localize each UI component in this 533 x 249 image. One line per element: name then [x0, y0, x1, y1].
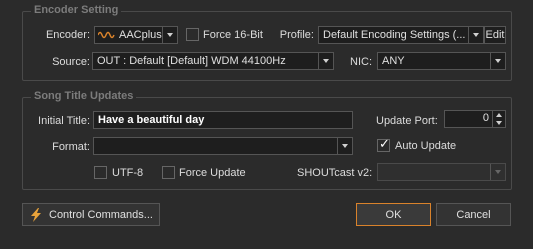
source-value: OUT : Default [Default] WDM 44100Hz [97, 55, 286, 67]
initial-title-input[interactable]: Have a beautiful day [93, 111, 353, 129]
update-port-stepper[interactable]: 0 [444, 110, 506, 128]
initial-title-label: Initial Title: [38, 115, 90, 127]
control-commands-button[interactable]: Control Commands... [22, 203, 160, 226]
chevron-down-icon[interactable] [318, 53, 333, 69]
nic-value: ANY [382, 55, 405, 67]
nic-select[interactable]: ANY [377, 52, 506, 70]
force16-label[interactable]: Force 16-Bit [203, 28, 263, 42]
force16-checkbox[interactable] [186, 28, 199, 41]
force-update-checkbox[interactable] [162, 166, 175, 179]
force-update-label[interactable]: Force Update [179, 166, 246, 180]
stepper-arrows[interactable] [492, 111, 505, 127]
song-title-updates-title: Song Title Updates [31, 90, 137, 102]
shoutcast-v2-select[interactable] [377, 163, 506, 181]
control-commands-label: Control Commands... [49, 208, 153, 221]
format-select[interactable] [93, 137, 353, 155]
source-label: Source: [52, 56, 90, 68]
nic-label: NIC: [350, 56, 372, 68]
encoder-select[interactable]: AACplus [94, 26, 178, 44]
shoutcast-v2-label: SHOUTcast v2: [297, 167, 373, 179]
encoder-label: Encoder: [45, 29, 90, 41]
chevron-down-icon[interactable] [162, 27, 177, 43]
profile-label: Profile: [279, 29, 314, 41]
waveform-icon [98, 31, 115, 39]
profile-select[interactable]: Default Encoding Settings (... [318, 26, 484, 44]
encoder-setting-group: Encoder Setting [22, 4, 512, 81]
source-select[interactable]: OUT : Default [Default] WDM 44100Hz [92, 52, 334, 70]
auto-update-checkbox[interactable] [377, 137, 390, 152]
encoder-setting-title: Encoder Setting [31, 4, 122, 16]
profile-value: Default Encoding Settings (... [323, 29, 465, 41]
encoder-value: AACplus [119, 29, 162, 41]
utf8-label[interactable]: UTF-8 [112, 166, 143, 180]
chevron-down-icon[interactable] [337, 138, 352, 154]
utf8-checkbox[interactable] [94, 166, 107, 179]
chevron-down-icon[interactable] [490, 53, 505, 69]
update-port-label: Update Port: [376, 115, 438, 127]
chevron-down-icon[interactable] [468, 27, 483, 43]
chevron-down-icon[interactable] [496, 121, 502, 125]
update-port-value: 0 [482, 112, 489, 124]
edit-button[interactable]: Edit [484, 26, 506, 44]
auto-update-label[interactable]: Auto Update [395, 139, 456, 153]
chevron-up-icon[interactable] [496, 113, 502, 117]
lightning-icon [31, 207, 41, 222]
chevron-down-icon[interactable] [490, 164, 505, 180]
format-label: Format: [52, 141, 90, 153]
ok-button[interactable]: OK [356, 203, 431, 226]
cancel-button[interactable]: Cancel [436, 203, 511, 226]
